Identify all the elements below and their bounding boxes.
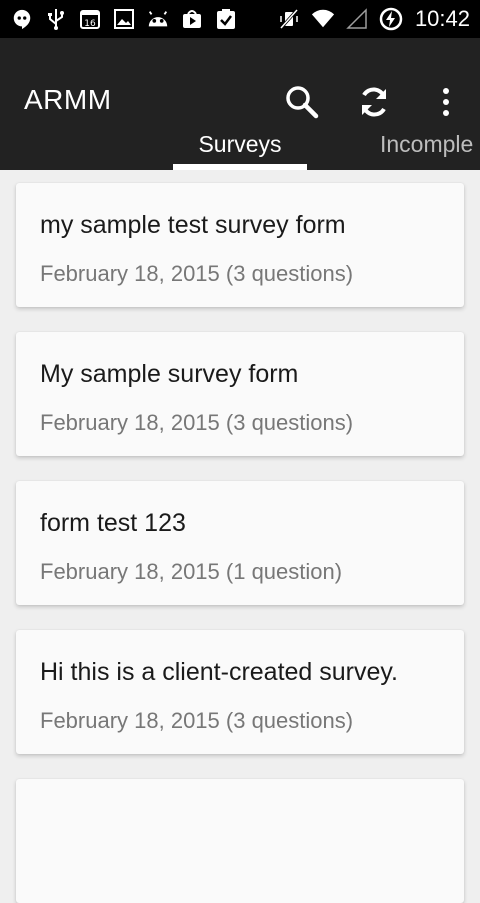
survey-meta: February 18, 2015 (3 questions) bbox=[40, 410, 354, 435]
survey-meta: February 18, 2015 (3 questions) bbox=[40, 708, 354, 733]
survey-card[interactable]: form test 123 February 18, 2015 (1 quest… bbox=[16, 481, 464, 605]
tab-surveys[interactable]: Surveys bbox=[173, 118, 307, 170]
overflow-menu-icon bbox=[443, 88, 449, 116]
survey-card[interactable]: My sample survey form February 18, 2015 … bbox=[16, 332, 464, 456]
survey-title: My sample survey form bbox=[40, 360, 299, 388]
search-icon bbox=[286, 86, 319, 119]
tab-incomplete[interactable]: Incomple bbox=[380, 118, 480, 170]
status-left-icons: 16 bbox=[10, 7, 238, 31]
survey-title: form test 123 bbox=[40, 509, 186, 537]
tab-bar: Surveys Incomple bbox=[0, 118, 480, 170]
wifi-icon bbox=[311, 7, 335, 31]
survey-title: Hi this is a client-created survey. bbox=[40, 658, 398, 686]
svg-text:16: 16 bbox=[84, 19, 96, 29]
play-store-icon bbox=[180, 7, 204, 31]
status-time: 10:42 bbox=[414, 6, 470, 31]
app-bar: ARMM Surveys Incomple bbox=[0, 38, 480, 170]
android-icon bbox=[146, 7, 170, 31]
vibrate-off-icon bbox=[277, 7, 301, 31]
survey-card[interactable]: my sample test survey form February 18, … bbox=[16, 183, 464, 307]
survey-title: my sample test survey form bbox=[40, 211, 346, 239]
tab-indicator bbox=[173, 164, 307, 170]
refresh-icon bbox=[362, 87, 386, 117]
survey-meta: February 18, 2015 (1 question) bbox=[40, 559, 343, 584]
survey-card-partial[interactable] bbox=[16, 779, 464, 903]
status-bar: 16 10:42 bbox=[0, 0, 480, 38]
survey-meta: February 18, 2015 (3 questions) bbox=[40, 261, 354, 286]
hangouts-icon bbox=[10, 7, 34, 31]
usb-icon bbox=[44, 7, 68, 31]
task-check-icon bbox=[214, 7, 238, 31]
survey-card[interactable]: Hi this is a client-created survey. Febr… bbox=[16, 630, 464, 754]
calendar-icon: 16 bbox=[78, 7, 102, 31]
battery-charging-icon bbox=[379, 7, 403, 31]
gallery-icon bbox=[112, 7, 136, 31]
signal-icon bbox=[345, 7, 369, 31]
app-title: ARMM bbox=[24, 84, 112, 115]
status-right-icons: 10:42 bbox=[277, 6, 470, 32]
